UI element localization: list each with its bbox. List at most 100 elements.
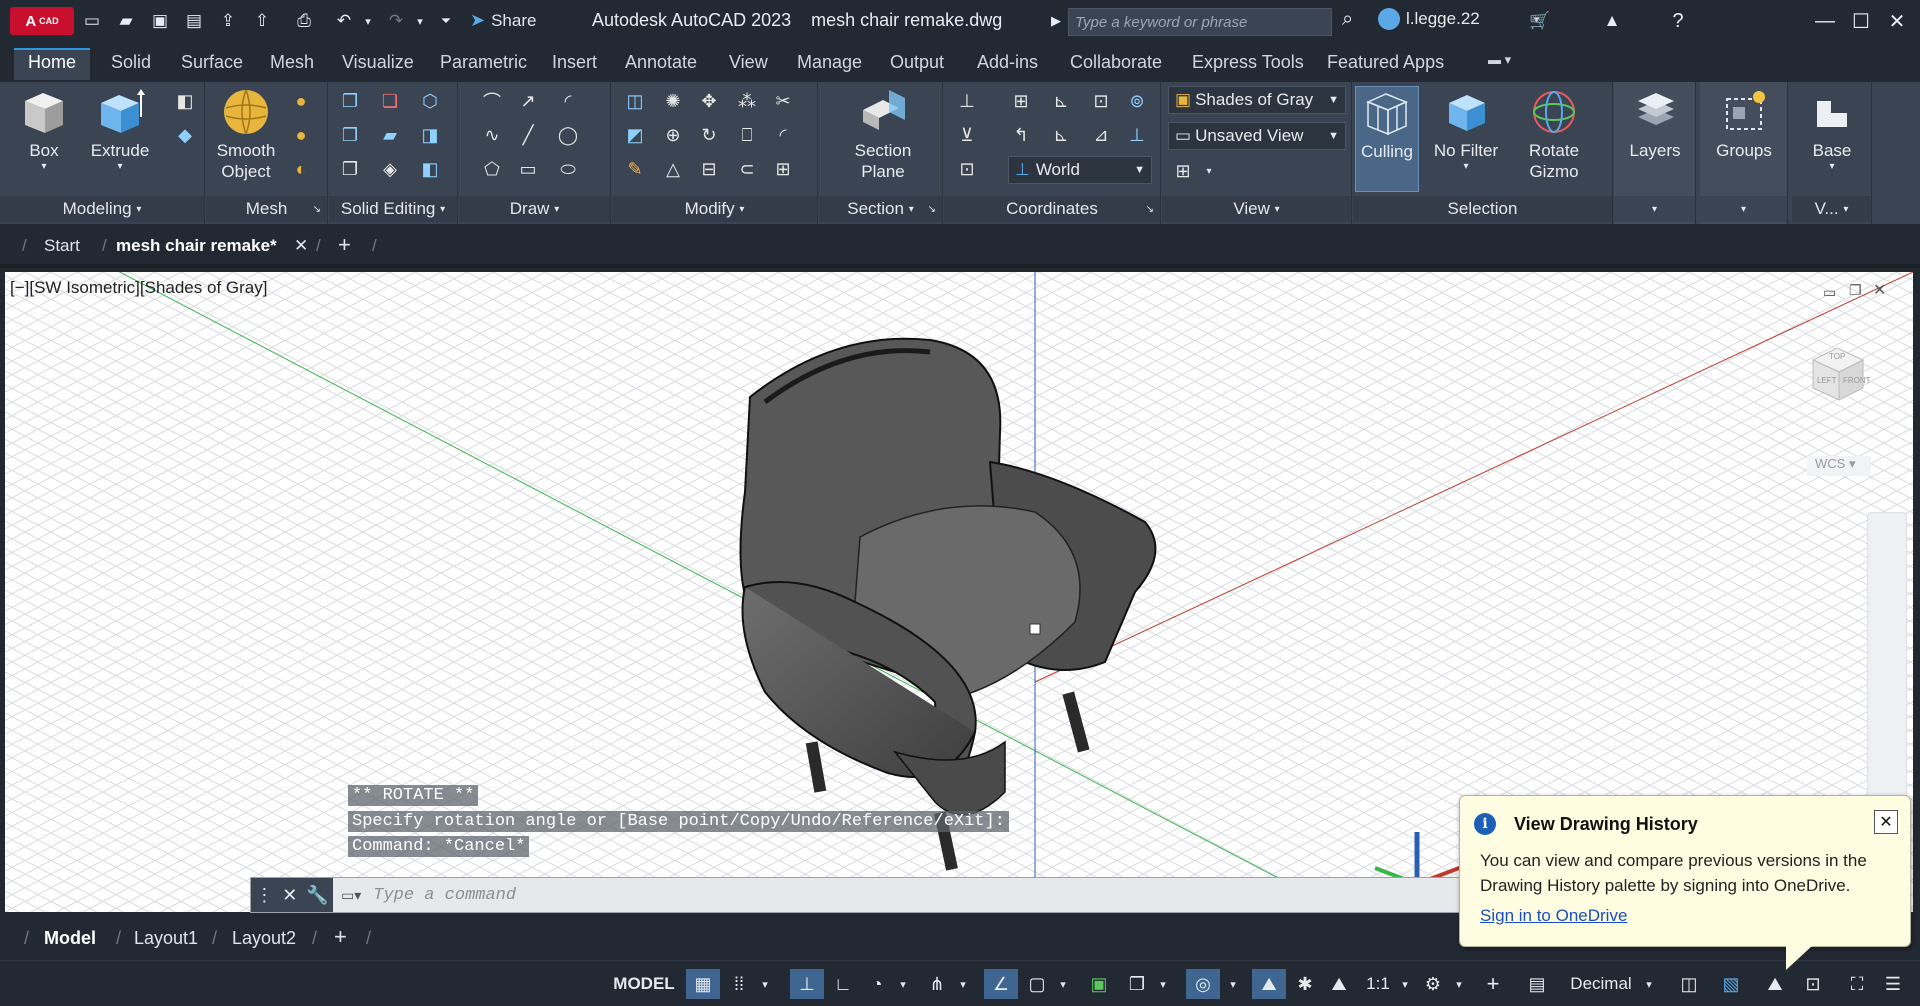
help-icon[interactable]: ? bbox=[1666, 10, 1690, 32]
tab-surface[interactable]: Surface bbox=[181, 50, 243, 82]
panel-title-mesh[interactable]: Mesh ↘ bbox=[206, 196, 327, 222]
customization-menu-icon[interactable]: ☰ bbox=[1878, 969, 1908, 999]
scale-dropdown-icon[interactable]: ▾ bbox=[1396, 969, 1414, 999]
ucs-3point-icon[interactable]: ⊡ bbox=[954, 156, 980, 182]
new-icon[interactable]: ▭ bbox=[80, 10, 104, 32]
object-snap-tracking-icon[interactable]: ∠ bbox=[984, 969, 1018, 999]
tab-home[interactable]: Home bbox=[14, 48, 91, 80]
share-button[interactable]: ➤ Share bbox=[470, 10, 536, 31]
tab-layout2[interactable]: Layout2 bbox=[232, 928, 296, 949]
autodesk-app-icon[interactable]: ▲ bbox=[1600, 10, 1624, 32]
viewcube[interactable]: TOP LEFT FRONT bbox=[1805, 340, 1875, 410]
maximize-icon[interactable]: ☐ bbox=[1846, 6, 1876, 36]
new-layout-icon[interactable]: + bbox=[334, 924, 347, 950]
ucs-named-icon[interactable]: ⊞ bbox=[1008, 88, 1034, 114]
tab-solid[interactable]: Solid bbox=[111, 50, 151, 82]
chevron-right-icon[interactable]: ▶ bbox=[1044, 10, 1068, 32]
command-line[interactable]: ⋮ ✕ 🔧 ▭▾ Type a command bbox=[250, 877, 1550, 913]
groups-expand[interactable]: ▾ bbox=[1700, 196, 1787, 222]
viewport-dropdown-icon[interactable]: ▾ bbox=[1196, 158, 1222, 184]
units-dropdown-icon[interactable]: ▾ bbox=[1640, 969, 1658, 999]
open-web-icon[interactable]: ⇧ bbox=[250, 10, 274, 32]
tab-annotate[interactable]: Annotate bbox=[625, 50, 697, 82]
presspull-icon[interactable]: ◧ bbox=[172, 88, 198, 114]
3d-rotate-icon[interactable]: ⊕ bbox=[660, 122, 686, 148]
tab-active-drawing[interactable]: mesh chair remake* bbox=[116, 236, 277, 256]
command-close-icon[interactable]: ✕ bbox=[282, 885, 297, 906]
new-tab-icon[interactable]: + bbox=[338, 232, 351, 258]
fillet-icon[interactable]: ◜ bbox=[770, 122, 796, 148]
arc-icon[interactable]: ◜ bbox=[555, 88, 581, 114]
polar-icon[interactable]: ◔ bbox=[862, 969, 892, 999]
annotation-scale-icon[interactable]: ⛰ bbox=[1324, 969, 1354, 999]
ucs-world-icon[interactable]: ⊻ bbox=[954, 122, 980, 148]
close-tab-icon[interactable]: ✕ bbox=[294, 236, 308, 256]
cart-icon[interactable]: 🛒 bbox=[1528, 10, 1552, 32]
workspace-dropdown-icon[interactable]: ▾ bbox=[1224, 969, 1242, 999]
osnap-dropdown-icon[interactable]: ▾ bbox=[1054, 969, 1072, 999]
workspace-globe-icon[interactable]: ◎ bbox=[1186, 969, 1220, 999]
dynamic-ucs-icon[interactable]: ⊥ bbox=[790, 969, 824, 999]
viewport-minimize-icon[interactable]: ▭ bbox=[1823, 284, 1836, 301]
ucs-icon[interactable]: ⊥ bbox=[954, 88, 980, 114]
units-icon[interactable]: ▤ bbox=[1522, 969, 1552, 999]
panel-title-base[interactable]: V... ▾ bbox=[1792, 196, 1871, 222]
union-icon[interactable]: ❐ bbox=[337, 88, 363, 114]
undo-dropdown-icon[interactable]: ▾ bbox=[356, 10, 380, 32]
panel-title-modify[interactable]: Modify ▾ bbox=[612, 196, 817, 222]
settings-dropdown-icon[interactable]: ▾ bbox=[1450, 969, 1468, 999]
user-menu[interactable]: l.legge.22 ▾ bbox=[1378, 8, 1539, 30]
tab-layout1[interactable]: Layout1 bbox=[134, 928, 198, 949]
groups-button[interactable]: Groups bbox=[1708, 86, 1780, 161]
viewport-label[interactable]: [−][SW Isometric][Shades of Gray] bbox=[10, 278, 267, 298]
rotate-gizmo-button[interactable]: Rotate Gizmo bbox=[1517, 86, 1591, 183]
extrude-button[interactable]: Extrude ▾ bbox=[88, 86, 152, 174]
circle-icon[interactable]: ◯ bbox=[555, 122, 581, 148]
drawing-history-icon[interactable]: ⊡ bbox=[1798, 969, 1828, 999]
extract-edges-icon[interactable]: ◨ bbox=[417, 122, 443, 148]
spline-icon[interactable]: ∿ bbox=[479, 122, 505, 148]
panel-title-draw[interactable]: Draw ▾ bbox=[459, 196, 610, 222]
ribbon-minimize-icon[interactable]: ▬ ▾ bbox=[1488, 50, 1511, 82]
close-icon[interactable]: ✕ bbox=[1882, 6, 1912, 36]
transparency-dropdown-icon[interactable]: ▾ bbox=[1154, 969, 1172, 999]
ellipse-icon[interactable]: ⬭ bbox=[555, 156, 581, 182]
subtract-icon[interactable]: ❏ bbox=[377, 88, 403, 114]
ortho-icon[interactable]: ∟ bbox=[828, 969, 858, 999]
tab-output[interactable]: Output bbox=[890, 50, 944, 82]
slice-icon[interactable]: ▰ bbox=[377, 122, 403, 148]
ucs-x-icon[interactable]: ⊾ bbox=[1048, 122, 1074, 148]
grip-icon[interactable]: ⋮ bbox=[255, 885, 273, 906]
tab-start[interactable]: Start bbox=[44, 236, 80, 256]
section-plane-button[interactable]: Section Plane bbox=[847, 86, 919, 183]
search-icon[interactable]: ⌕ bbox=[1342, 8, 1353, 31]
quick-properties-icon[interactable]: ◫ bbox=[1674, 969, 1704, 999]
undo-icon[interactable]: ↶ bbox=[332, 10, 356, 32]
viewport-close-icon[interactable]: ✕ bbox=[1873, 280, 1886, 300]
stretch-icon[interactable]: ⊟ bbox=[696, 156, 722, 182]
sweep-icon[interactable]: ◆ bbox=[172, 122, 198, 148]
add-icon[interactable]: + bbox=[1478, 969, 1508, 999]
solid-edit-icon[interactable]: ⬡ bbox=[417, 88, 443, 114]
mesh-crease-icon[interactable]: ● bbox=[288, 122, 314, 148]
mesh-refine-icon[interactable]: ● bbox=[288, 88, 314, 114]
snap-dropdown-icon[interactable]: ▾ bbox=[756, 969, 774, 999]
rotate-icon[interactable]: ↻ bbox=[696, 122, 722, 148]
redo-dropdown-icon[interactable]: ▾ bbox=[408, 10, 432, 32]
array-icon[interactable]: ⁂ bbox=[734, 88, 760, 114]
ucs-z-icon[interactable]: ⊥ bbox=[1124, 122, 1150, 148]
tab-addins[interactable]: Add-ins bbox=[977, 50, 1038, 82]
isodraft-icon[interactable]: ⋔ bbox=[922, 969, 952, 999]
3d-align-icon[interactable]: ✺ bbox=[660, 88, 686, 114]
polygon-icon[interactable]: ⬠ bbox=[479, 156, 505, 182]
separate-icon[interactable]: ◧ bbox=[417, 156, 443, 182]
tab-insert[interactable]: Insert bbox=[552, 50, 597, 82]
annotation-autoscale-icon[interactable]: ✱ bbox=[1290, 969, 1320, 999]
viewport-restore-icon[interactable]: ❐ bbox=[1849, 282, 1862, 299]
tab-view[interactable]: View bbox=[729, 50, 768, 82]
redo-icon[interactable]: ↷ bbox=[384, 10, 408, 32]
panel-title-coordinates[interactable]: Coordinates ↘ bbox=[944, 196, 1160, 222]
recent-commands-icon[interactable]: ▭▾ bbox=[341, 887, 361, 904]
transparency-icon[interactable]: ❐ bbox=[1122, 969, 1152, 999]
smooth-object-button[interactable]: Smooth Object bbox=[214, 86, 278, 183]
